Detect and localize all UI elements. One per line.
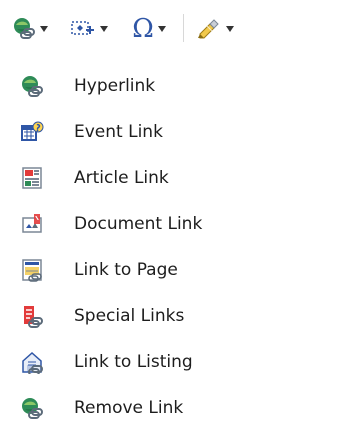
hyperlink-dropdown-button[interactable] [8,14,64,42]
menu-item-document-link[interactable]: Document Link [0,201,348,247]
menu-item-link-to-page[interactable]: Link to Page [0,247,348,293]
chevron-down-icon [100,26,108,32]
editor-link-menu: Ω Hyperlink Event Link Article Link Docu… [0,0,348,427]
menu-item-label: Article Link [74,168,169,188]
special-links-icon [20,304,44,328]
menu-item-label: Remove Link [74,398,184,418]
menu-item-article-link[interactable]: Article Link [0,155,348,201]
menu-item-label: Special Links [74,306,185,326]
chevron-down-icon [40,26,48,32]
menu-item-link-to-listing[interactable]: Link to Listing [0,339,348,385]
chevron-down-icon [226,26,234,32]
highlighter-dropdown-button[interactable] [190,14,252,42]
insert-dropdown-button[interactable] [66,14,126,42]
article-link-icon [20,166,44,190]
document-link-icon [20,212,44,236]
event-link-icon [20,120,44,144]
menu-item-hyperlink[interactable]: Hyperlink [0,63,348,109]
menu-item-label: Event Link [74,122,163,142]
hyperlink-icon [20,74,44,98]
menu-item-label: Link to Page [74,260,178,280]
remove-link-icon [20,396,44,420]
link-dropdown-menu: Hyperlink Event Link Article Link Docume… [0,56,348,427]
chevron-down-icon [158,26,166,32]
link-to-listing-icon [20,350,44,376]
omega-icon: Ω [132,14,154,44]
link-to-page-icon [20,258,44,282]
insert-item-icon [70,16,96,40]
menu-item-label: Link to Listing [74,352,193,372]
toolbar: Ω [0,0,348,56]
menu-item-event-link[interactable]: Event Link [0,109,348,155]
menu-item-special-links[interactable]: Special Links [0,293,348,339]
menu-item-label: Hyperlink [74,76,156,96]
toolbar-separator [183,14,184,42]
special-character-dropdown-button[interactable]: Ω [128,14,180,44]
menu-item-remove-link[interactable]: Remove Link [0,385,348,427]
menu-item-label: Document Link [74,214,203,234]
highlighter-icon [194,16,222,40]
hyperlink-icon [12,16,36,40]
